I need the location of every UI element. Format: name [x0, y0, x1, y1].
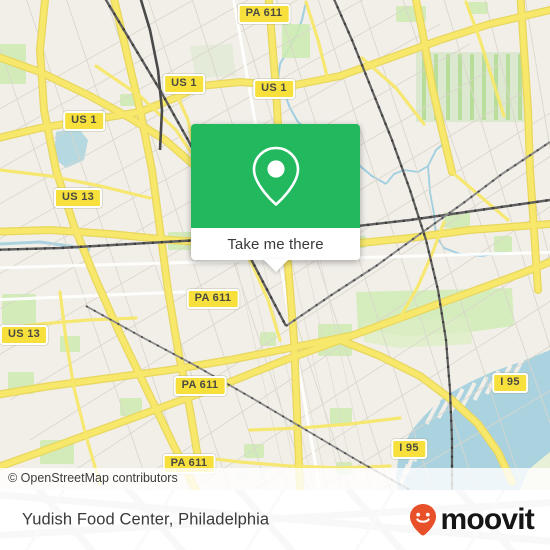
- route-shield[interactable]: I 95: [492, 373, 528, 393]
- route-shield[interactable]: US 1: [253, 79, 295, 99]
- moovit-map-screenshot: PA 611 US 1 US 1 US 1 US 13 PA 611 US 13…: [0, 0, 550, 550]
- route-shield[interactable]: US 1: [63, 111, 105, 131]
- moovit-wordmark: moovit: [440, 503, 534, 536]
- place-title: Yudish Food Center, Philadelphia: [22, 510, 270, 529]
- route-shield[interactable]: PA 611: [186, 289, 240, 309]
- route-shield[interactable]: PA 611: [173, 376, 227, 396]
- card-icon-area: [191, 124, 360, 228]
- card-pointer-tail: [262, 259, 289, 272]
- route-shield[interactable]: US 1: [163, 74, 205, 94]
- footer-bar: Yudish Food Center, Philadelphia moovit: [0, 490, 550, 550]
- route-shield[interactable]: US 13: [0, 325, 49, 345]
- take-me-there-label: Take me there: [227, 235, 324, 253]
- route-shield[interactable]: I 95: [391, 439, 427, 459]
- moovit-brand[interactable]: moovit: [408, 503, 535, 537]
- map-pin-icon: [252, 146, 299, 206]
- route-shield[interactable]: US 13: [53, 188, 103, 208]
- card-action-area[interactable]: Take me there: [191, 228, 360, 272]
- moovit-pin-smile-icon: [410, 504, 437, 536]
- route-shield[interactable]: PA 611: [237, 4, 291, 24]
- osm-attribution[interactable]: © OpenStreetMap contributors: [0, 468, 550, 490]
- take-me-there-card[interactable]: Take me there: [191, 124, 360, 272]
